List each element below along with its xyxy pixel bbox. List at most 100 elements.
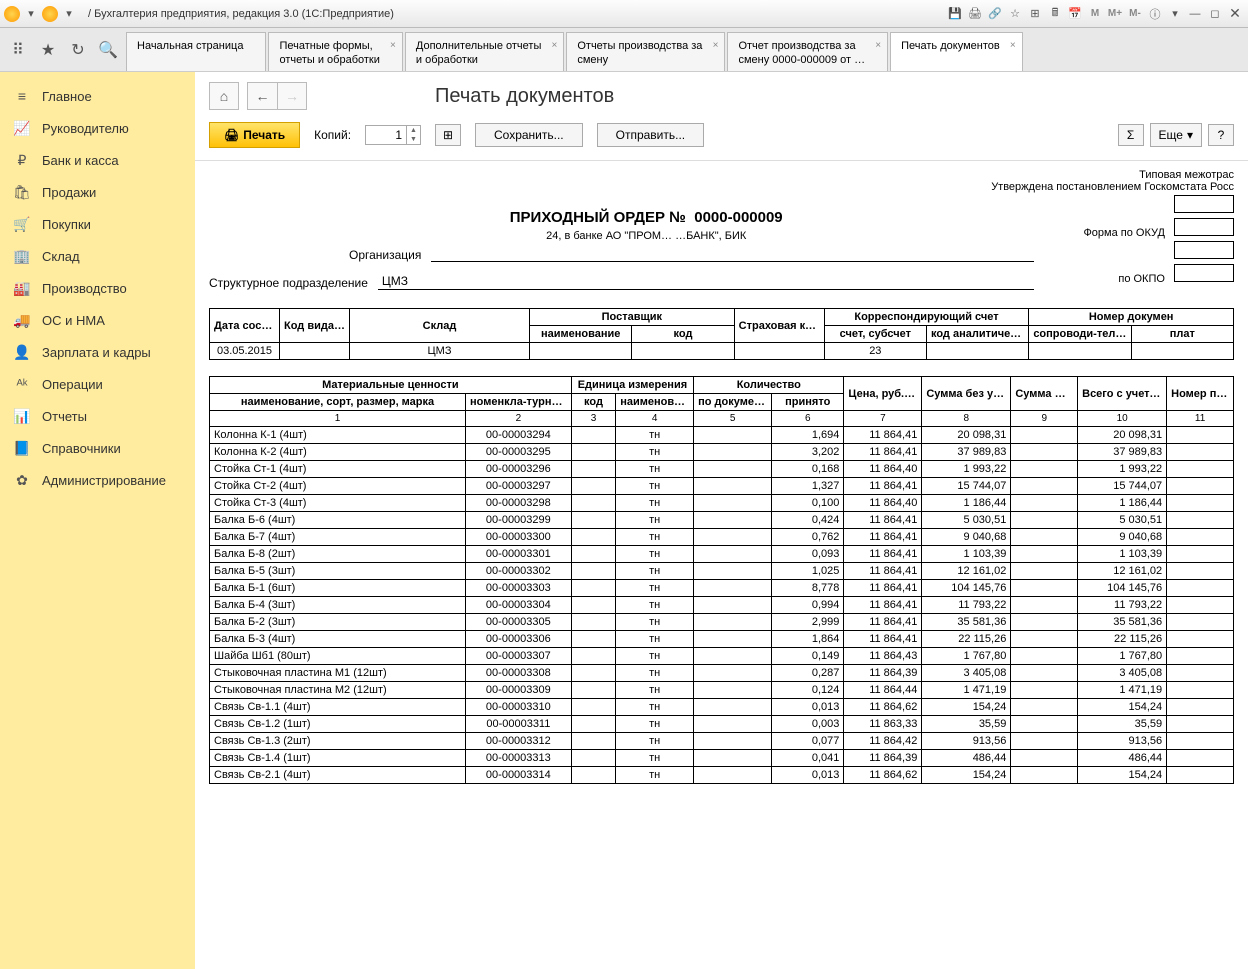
doc-topright-1: Типовая межотрас	[209, 169, 1234, 181]
tab-1[interactable]: Печатные формы, отчеты и обработки×	[268, 32, 402, 71]
ih-qtyacc: принято	[772, 394, 844, 411]
val-warehouse: ЦМЗ	[350, 343, 530, 360]
link-icon[interactable]: 🔗	[986, 5, 1004, 23]
ih-sumtotal: Всего с учетом НДС, руб. коп.	[1078, 377, 1167, 411]
printer-icon: 🖨	[224, 128, 239, 142]
content-area: ⌂ ← → Печать документов 🖨 Печать Копий: …	[195, 72, 1248, 969]
sidebar-label: Справочники	[42, 441, 121, 456]
template-button[interactable]: ⊞	[435, 124, 461, 146]
grid-icon[interactable]: ⊞	[1026, 5, 1044, 23]
table-row: Балка Б-1 (6шт)00-00003303тн8,77811 864,…	[210, 580, 1234, 597]
print-button-label: Печать	[243, 128, 285, 142]
sidebar-icon: 👤	[14, 344, 30, 360]
apps-icon[interactable]: ⠿	[8, 40, 28, 60]
sidebar-icon: 🚚	[14, 312, 30, 328]
back-button[interactable]: ←	[247, 82, 277, 110]
maximize-icon[interactable]: ◻	[1206, 5, 1224, 23]
calc-icon[interactable]: 🖩	[1046, 5, 1064, 23]
hdr-warehouse: Склад	[350, 309, 530, 343]
ih-price: Цена, руб. коп.	[844, 377, 922, 411]
subdiv-value: ЦМЗ	[378, 274, 1034, 290]
table-row: Балка Б-5 (3шт)00-00003302тн1,02511 864,…	[210, 563, 1234, 580]
app-icon	[4, 6, 20, 22]
sum-button[interactable]: Σ	[1118, 124, 1144, 146]
m-minus-button[interactable]: M-	[1126, 5, 1144, 23]
hdr-supplier-code: код	[632, 326, 734, 343]
minimize-icon[interactable]: —	[1186, 5, 1204, 23]
home-button[interactable]: ⌂	[209, 82, 239, 110]
m-button[interactable]: M	[1086, 5, 1104, 23]
help-button[interactable]: ?	[1208, 124, 1234, 146]
sidebar-item-10[interactable]: 📊Отчеты	[0, 400, 195, 432]
dropdown-icon-2[interactable]: ▾	[60, 5, 78, 23]
sidebar-item-9[interactable]: ᴬᵏОперации	[0, 368, 195, 400]
sidebar-item-12[interactable]: ✿Администрирование	[0, 464, 195, 496]
sidebar-item-3[interactable]: 🛍Продажи	[0, 176, 195, 208]
table-row: Стойка Ст-3 (4шт)00-00003298тн0,10011 86…	[210, 495, 1234, 512]
close-icon[interactable]: ✕	[1226, 5, 1244, 23]
sidebar-icon: 📈	[14, 120, 30, 136]
save-icon[interactable]: 💾	[946, 5, 964, 23]
table-row: Балка Б-4 (3шт)00-00003304тн0,99411 864,…	[210, 597, 1234, 614]
tab-3[interactable]: Отчеты производства за смену×	[566, 32, 725, 71]
sidebar-item-11[interactable]: 📘Справочники	[0, 432, 195, 464]
hdr-supplier: Поставщик	[530, 309, 735, 326]
sidebar-label: Главное	[42, 89, 92, 104]
print-button[interactable]: 🖨 Печать	[209, 122, 300, 148]
okpo-label: по ОКПО	[1118, 273, 1165, 285]
tab-close-icon[interactable]: ×	[390, 39, 396, 53]
tab-2[interactable]: Дополнительные отчеты и обработки×	[405, 32, 564, 71]
sidebar-item-6[interactable]: 🏭Производство	[0, 272, 195, 304]
m-plus-button[interactable]: M+	[1106, 5, 1124, 23]
calendar-icon[interactable]: 📅	[1066, 5, 1084, 23]
sidebar: ≡Главное📈Руководителю₽Банк и касса🛍Прода…	[0, 72, 195, 969]
sidebar-item-4[interactable]: 🛒Покупки	[0, 208, 195, 240]
sidebar-item-2[interactable]: ₽Банк и касса	[0, 144, 195, 176]
print-icon[interactable]: 🖨	[966, 5, 984, 23]
sidebar-icon: 📊	[14, 408, 30, 424]
ih-unit: Единица измерения	[571, 377, 693, 394]
sidebar-label: Продажи	[42, 185, 96, 200]
hdr-corracc: Корреспондирующий счет	[824, 309, 1029, 326]
sidebar-icon: ₽	[14, 152, 30, 168]
more-button[interactable]: Еще ▾	[1150, 123, 1202, 147]
tab-close-icon[interactable]: ×	[713, 39, 719, 53]
spin-up-icon[interactable]: ▲	[407, 126, 420, 135]
sidebar-label: Зарплата и кадры	[42, 345, 151, 360]
tab-close-icon[interactable]: ×	[1010, 39, 1016, 53]
history-icon[interactable]: ↻	[68, 40, 88, 60]
spin-down-icon[interactable]: ▼	[407, 135, 420, 144]
sidebar-label: Администрирование	[42, 473, 166, 488]
chevron-down-icon: ▾	[1187, 128, 1193, 142]
toolbar: 🖨 Печать Копий: ▲ ▼ ⊞ Сохранить... Отпра…	[195, 110, 1248, 160]
tab-close-icon[interactable]: ×	[875, 39, 881, 53]
sidebar-item-1[interactable]: 📈Руководителю	[0, 112, 195, 144]
table-row: Связь Св-1.3 (2шт)00-00003312тн0,07711 8…	[210, 733, 1234, 750]
val-acc: 23	[824, 343, 926, 360]
favorites-icon[interactable]: ★	[38, 40, 58, 60]
sidebar-item-5[interactable]: 🏢Склад	[0, 240, 195, 272]
sidebar-item-0[interactable]: ≡Главное	[0, 80, 195, 112]
org-label: Организация	[349, 248, 431, 262]
tab-4[interactable]: Отчет производства за смену 0000-000009 …	[727, 32, 888, 71]
tab-0[interactable]: Начальная страница	[126, 32, 266, 71]
doc-topright-2: Утверждена постановлением Госкомстата Ро…	[209, 181, 1234, 193]
tab-5[interactable]: Печать документов×	[890, 32, 1023, 71]
star-icon[interactable]: ☆	[1006, 5, 1024, 23]
sidebar-item-7[interactable]: 🚚ОС и НМА	[0, 304, 195, 336]
dropdown-icon-3[interactable]: ▾	[1166, 5, 1184, 23]
copies-input[interactable]	[366, 126, 406, 144]
info-icon[interactable]: ⓘ	[1146, 5, 1164, 23]
hdr-sop: сопроводи-тельного	[1029, 326, 1131, 343]
document-area[interactable]: Типовая межотрас Утверждена постановлени…	[195, 160, 1248, 969]
send-button[interactable]: Отправить...	[597, 123, 705, 147]
save-button[interactable]: Сохранить...	[475, 123, 583, 147]
tab-close-icon[interactable]: ×	[552, 39, 558, 53]
copies-spinner[interactable]: ▲ ▼	[365, 125, 421, 145]
val-date: 03.05.2015	[210, 343, 280, 360]
ih-passport: Номер паспорта	[1167, 377, 1234, 411]
hdr-date: Дата состав-ления	[210, 309, 280, 343]
sidebar-item-8[interactable]: 👤 Зарплата и кадры	[0, 336, 195, 368]
dropdown-icon[interactable]: ▾	[22, 5, 40, 23]
search-icon[interactable]: 🔍	[98, 40, 118, 60]
